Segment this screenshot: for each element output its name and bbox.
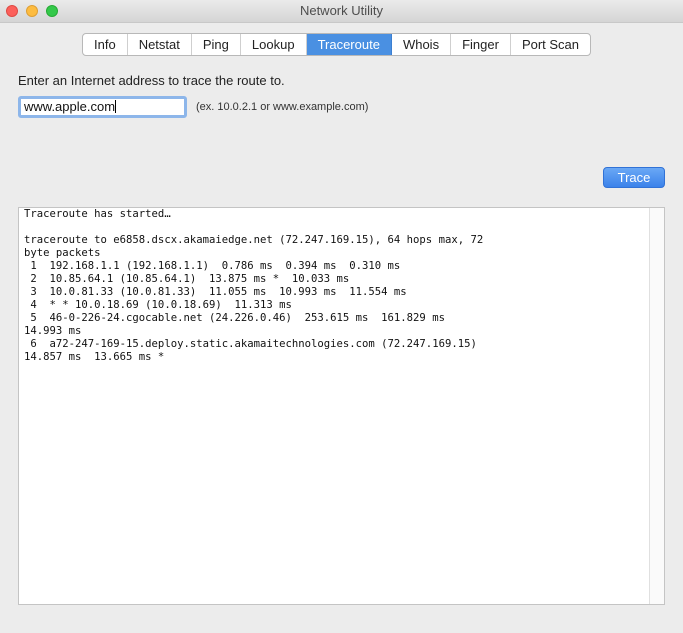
address-input-value: www.apple.com (24, 99, 116, 114)
title-bar: Network Utility (0, 0, 683, 23)
traceroute-output: Traceroute has started… traceroute to e6… (24, 208, 644, 364)
output-line: 3 10.0.81.33 (10.0.81.33) 11.055 ms 10.9… (24, 286, 407, 298)
tab-netstat[interactable]: Netstat (128, 34, 192, 55)
output-line: 6 a72-247-169-15.deploy.static.akamaitec… (24, 338, 477, 350)
tab-finger[interactable]: Finger (451, 34, 511, 55)
tab-ping[interactable]: Ping (192, 34, 241, 55)
output-line: traceroute to e6858.dscx.akamaiedge.net … (24, 234, 484, 246)
tab-traceroute[interactable]: Traceroute (306, 34, 392, 55)
tab-whois[interactable]: Whois (392, 34, 452, 55)
address-input[interactable]: www.apple.com (18, 96, 187, 118)
output-line: 2 10.85.64.1 (10.85.64.1) 13.875 ms * 10… (24, 273, 350, 285)
address-prompt: Enter an Internet address to trace the r… (18, 73, 285, 88)
output-text-area[interactable]: Traceroute has started… traceroute to e6… (18, 207, 665, 605)
output-line: 14.993 ms (24, 325, 82, 337)
output-line: 14.857 ms 13.665 ms * (24, 351, 165, 363)
output-line: 5 46-0-226-24.cgocable.net (24.226.0.46)… (24, 312, 445, 324)
tab-port-scan[interactable]: Port Scan (511, 34, 590, 55)
output-line: Traceroute has started… (24, 208, 171, 220)
output-scrollbar[interactable] (649, 208, 664, 604)
trace-button[interactable]: Trace (603, 167, 665, 188)
output-line: byte packets (24, 247, 101, 259)
output-line: 1 192.168.1.1 (192.168.1.1) 0.786 ms 0.3… (24, 260, 401, 272)
address-hint: (ex. 10.0.2.1 or www.example.com) (196, 101, 369, 113)
window-title: Network Utility (299, 3, 384, 18)
output-line: 4 * * 10.0.18.69 (10.0.18.69) 11.313 ms (24, 299, 292, 311)
tab-bar: Info Netstat Ping Lookup Traceroute Whoi… (82, 33, 592, 56)
tab-info[interactable]: Info (83, 34, 128, 55)
tab-lookup[interactable]: Lookup (241, 34, 307, 55)
text-caret (115, 100, 117, 113)
